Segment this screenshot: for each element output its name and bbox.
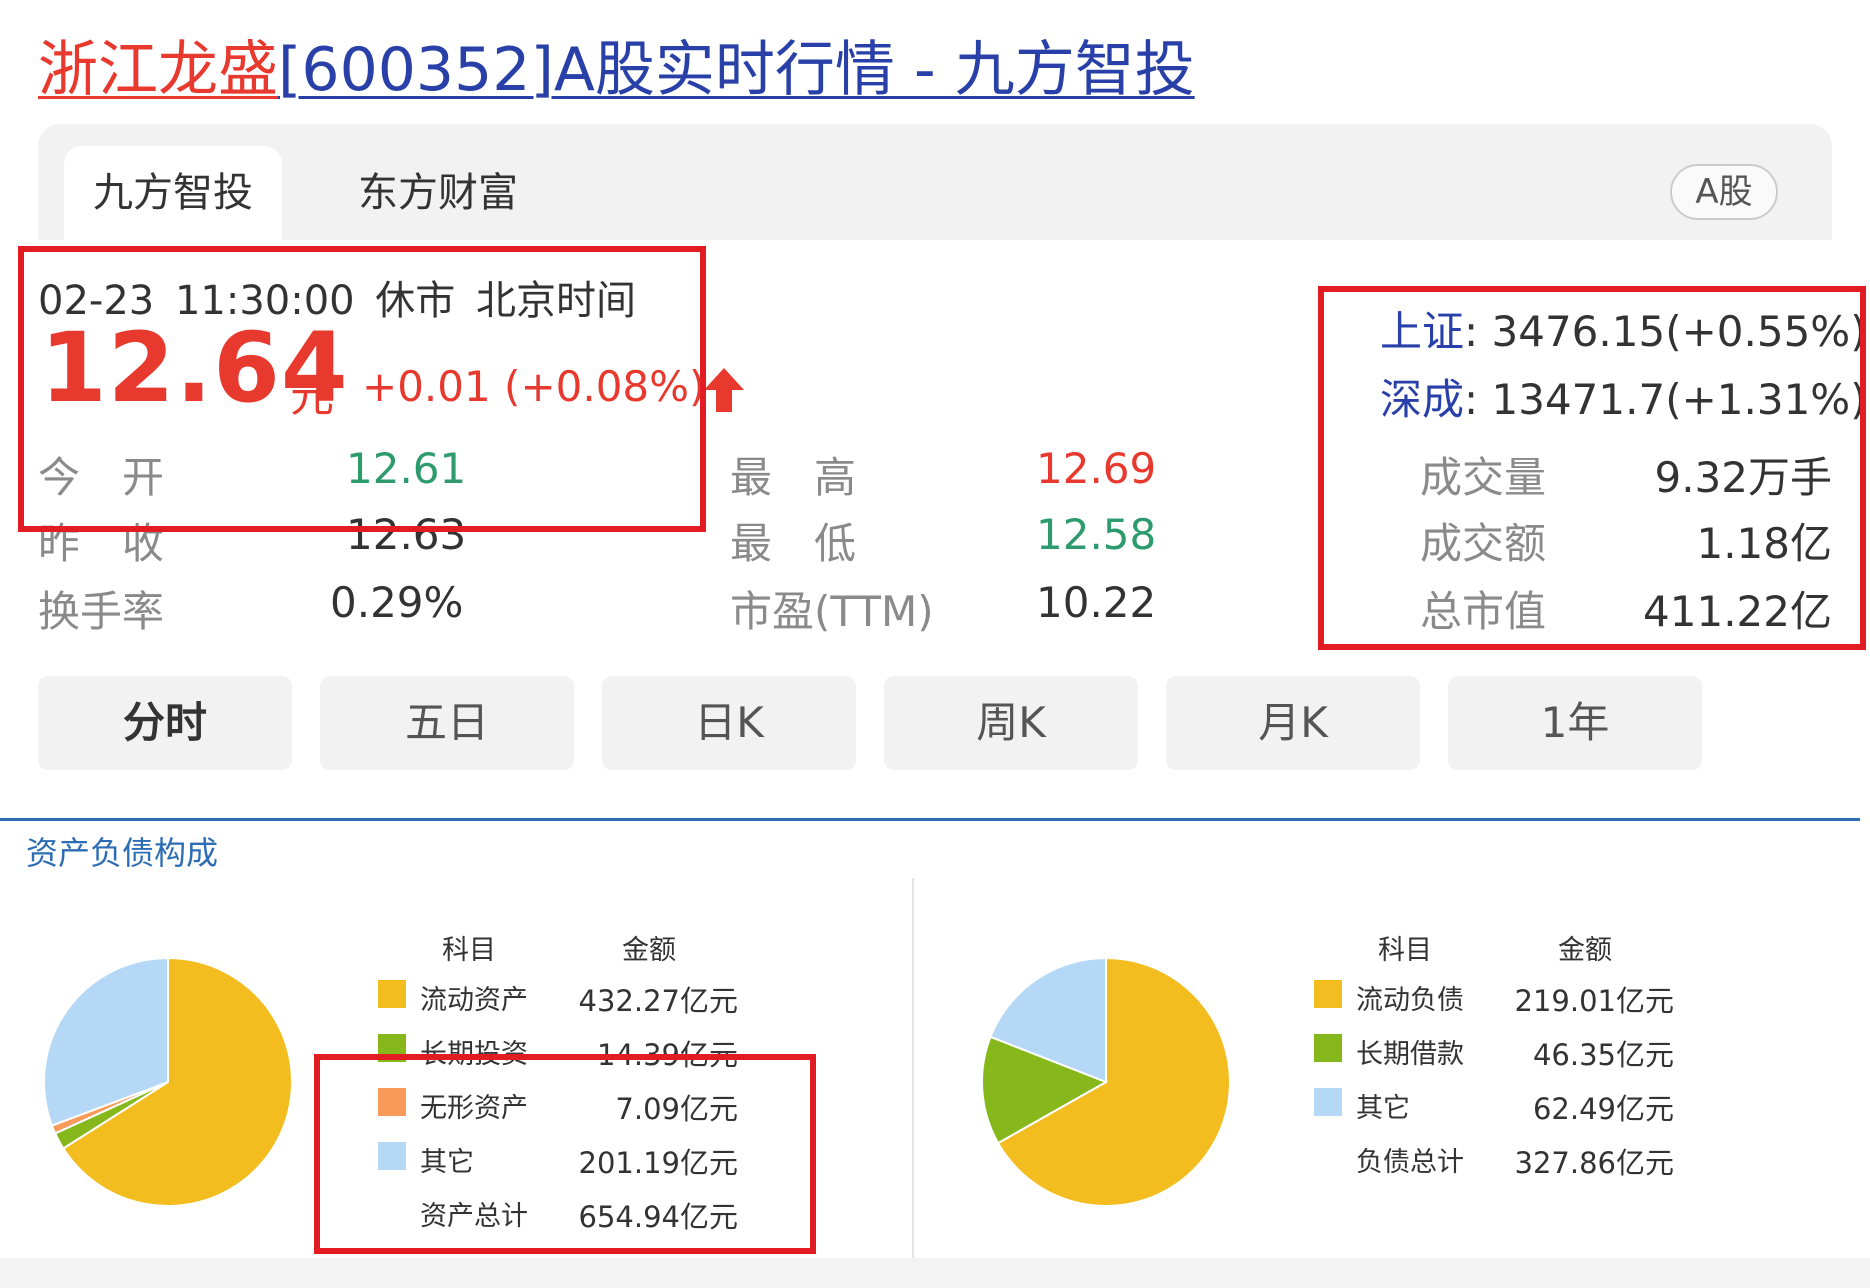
- legend-amount: 432.27亿元: [578, 984, 738, 1018]
- period-button-weekly[interactable]: 周K: [884, 676, 1138, 770]
- assets-pie-chart: [43, 956, 293, 1207]
- assets-col-amount: 金额: [622, 935, 676, 966]
- legend-swatch: [1314, 980, 1342, 1008]
- period-button-daily[interactable]: 日K: [602, 676, 856, 770]
- turnover-label: 换手率: [38, 587, 165, 636]
- period-button-5day[interactable]: 五日: [320, 676, 574, 770]
- legend-amount: 46.35亿元: [1532, 1038, 1674, 1072]
- liabilities-col-amount: 金额: [1558, 935, 1612, 966]
- period-button-intraday[interactable]: 分时: [38, 676, 292, 770]
- up-arrow-icon: [704, 368, 744, 412]
- legend-swatch: [1314, 1088, 1342, 1116]
- highlight-box-quote: [18, 246, 706, 532]
- section-divider: [0, 818, 1860, 821]
- legend-swatch: [1314, 1034, 1342, 1062]
- liabilities-total-label: 负债总计: [1356, 1147, 1464, 1178]
- high-label: 最 高: [730, 453, 857, 502]
- turnover-value: 0.29%: [330, 578, 464, 627]
- low-value: 12.58: [1036, 510, 1157, 559]
- tab-eastmoney[interactable]: 东方财富: [328, 146, 548, 240]
- source-tabbar: 九方智投 东方财富: [38, 124, 1832, 240]
- legend-label: 流动资产: [420, 985, 528, 1016]
- page-title[interactable]: 浙江龙盛[600352]A股实时行情 - 九方智投: [38, 30, 1195, 110]
- liabilities-total-value: 327.86亿元: [1514, 1146, 1674, 1180]
- high-value: 12.69: [1036, 444, 1157, 493]
- panel-divider: [912, 878, 914, 1258]
- liabilities-pie-chart: [981, 956, 1231, 1207]
- highlight-box-indices: [1318, 286, 1866, 650]
- section-title: 资产负债构成: [26, 834, 219, 872]
- period-button-monthly[interactable]: 月K: [1166, 676, 1420, 770]
- title-link[interactable]: [600352]A股实时行情 - 九方智投: [278, 35, 1195, 105]
- legend-amount: 62.49亿元: [1532, 1092, 1674, 1126]
- legend-label: 长期借款: [1356, 1039, 1464, 1070]
- highlight-box-assets: [314, 1054, 816, 1254]
- pe-value: 10.22: [1036, 578, 1157, 627]
- assets-col-item: 科目: [442, 935, 496, 966]
- liabilities-col-item: 科目: [1378, 935, 1432, 966]
- legend-label: 流动负债: [1356, 985, 1464, 1016]
- legend-amount: 219.01亿元: [1514, 984, 1674, 1018]
- period-button-1year[interactable]: 1年: [1448, 676, 1702, 770]
- legend-swatch: [378, 980, 406, 1008]
- legend-label: 其它: [1356, 1093, 1410, 1124]
- market-badge[interactable]: A股: [1670, 164, 1778, 220]
- stock-name-link[interactable]: 浙江龙盛: [38, 35, 278, 105]
- low-label: 最 低: [730, 519, 857, 568]
- pe-label: 市盈(TTM): [730, 587, 934, 636]
- bottom-strip: [0, 1258, 1870, 1288]
- tab-jiufang[interactable]: 九方智投: [64, 146, 282, 240]
